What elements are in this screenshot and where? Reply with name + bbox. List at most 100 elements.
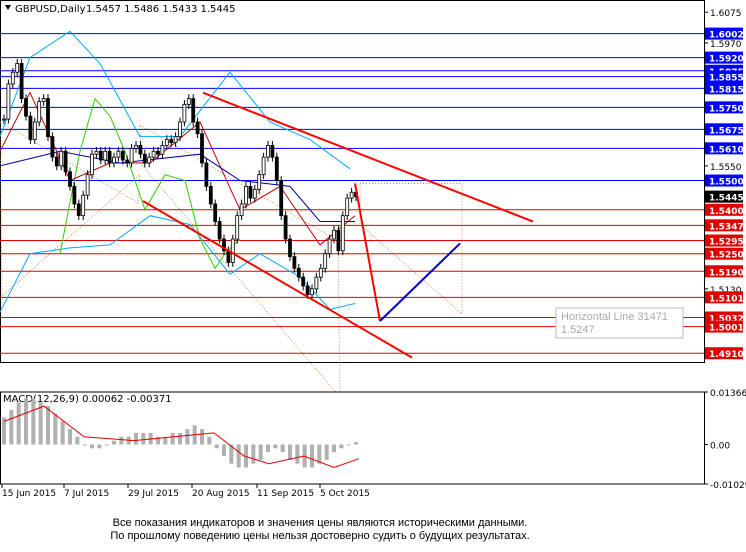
candle-body — [257, 174, 262, 190]
candle-body — [28, 115, 33, 140]
level-tag-label: 1.5295 — [709, 238, 744, 248]
macd-histogram-bar — [185, 429, 190, 445]
macd-histogram-bar — [82, 444, 87, 446]
candle-body — [270, 145, 275, 158]
macd-histogram-bar — [90, 444, 94, 449]
candle-body — [15, 63, 20, 73]
macd-histogram-bar — [346, 444, 351, 446]
candle-body — [244, 185, 248, 205]
macd-histogram-bar — [2, 417, 6, 445]
candle-body — [248, 185, 253, 199]
candle-body — [169, 139, 174, 143]
candle-body — [327, 238, 332, 255]
candle-body — [200, 133, 204, 164]
macd-histogram-bar — [207, 436, 212, 445]
candle-body — [116, 150, 121, 158]
macd-histogram-bar — [141, 432, 146, 445]
macd-histogram-bar — [251, 444, 256, 464]
macd-histogram-bar — [170, 432, 175, 445]
macd-histogram-bar — [31, 398, 36, 445]
time-axis-label: 15 Jun 2015 — [2, 489, 56, 499]
level-tag-label: 1.5750 — [709, 104, 744, 114]
candle-body — [208, 185, 213, 205]
price-axis-label: 1.6075 — [710, 9, 742, 19]
macd-histogram-bar — [214, 444, 219, 449]
level-tag-label: 1.5250 — [709, 251, 744, 261]
candle-body — [156, 150, 160, 155]
level-tag-label: 1.6002 — [709, 31, 744, 41]
candle-body — [2, 118, 6, 121]
level-tag-label: 1.4910 — [709, 350, 744, 360]
level-tag-label: 1.5815 — [709, 85, 744, 95]
macd-histogram-bar — [112, 440, 116, 445]
candle-body — [332, 229, 336, 240]
time-axis-label: 11 Sep 2015 — [257, 489, 314, 499]
candle-body — [314, 276, 319, 290]
candle-body — [19, 63, 24, 99]
candle-body — [336, 229, 341, 252]
candle-body — [323, 253, 328, 269]
candle-body — [164, 139, 169, 146]
time-axis-label: 29 Jul 2015 — [128, 489, 179, 499]
candle-body — [235, 215, 240, 240]
candle-body — [90, 153, 94, 176]
level-tag-label: 1.5400 — [709, 207, 744, 217]
macd-histogram-bar — [38, 402, 43, 445]
macd-histogram-bar — [280, 444, 285, 453]
candle-body — [112, 156, 116, 164]
disclaimer-line-2: По прошлому поведению цены нельзя достов… — [110, 530, 530, 542]
candle-body — [301, 276, 306, 287]
candle-body — [103, 150, 108, 161]
macd-histogram-bar — [258, 444, 263, 460]
time-axis: 15 Jun 2015 7 Jul 2015 29 Jul 2015 20 Aug 2… — [1, 484, 370, 499]
candle-body — [217, 221, 222, 240]
macd-histogram-bar — [266, 444, 270, 453]
macd-axis-label: 0.01366 — [710, 389, 746, 399]
candle-body — [279, 180, 284, 217]
macd-histogram-bar — [53, 413, 58, 445]
candle-body — [59, 150, 64, 167]
candle-body — [94, 150, 99, 155]
candle-body — [81, 194, 86, 217]
candle-body — [173, 136, 178, 143]
candle-body — [204, 162, 209, 187]
candle-body — [32, 121, 37, 140]
macd-histogram-bar — [60, 421, 65, 445]
candle-body — [292, 256, 297, 269]
candle-body — [296, 267, 301, 278]
level-tag-label: 1.5190 — [709, 268, 744, 278]
macd-histogram-bar — [288, 444, 292, 460]
candle-body — [186, 98, 191, 105]
candle-body — [305, 285, 310, 296]
tooltip-value: 1.5247 — [561, 324, 595, 336]
candle-body — [178, 121, 182, 138]
macd-title: MACD(12,26,9) 0.00062 -0.00371 — [3, 394, 172, 405]
main-price-panel: GBPUSD,Daily 1.5457 1.5486 1.5433 1.5445 H… — [0, 0, 744, 399]
candle-body — [274, 156, 279, 181]
macd-histogram-bar — [104, 444, 109, 446]
macd-histogram-bar — [134, 432, 138, 445]
candle-body — [345, 197, 350, 217]
macd-histogram-bar — [178, 432, 182, 445]
level-tag-label: 1.5675 — [709, 126, 744, 136]
candle-body — [340, 215, 345, 252]
candle-body — [283, 215, 288, 240]
candle-body — [230, 238, 235, 263]
macd-histogram-bar — [75, 436, 80, 445]
candle-body — [76, 203, 81, 217]
candle-body — [85, 174, 90, 196]
candle-body — [160, 145, 165, 155]
candle-body — [349, 191, 354, 199]
candle-body — [24, 98, 28, 117]
candle-body — [107, 150, 112, 164]
level-tag-label: 1.5920 — [709, 55, 744, 65]
macd-histogram-bar — [16, 402, 21, 445]
candle-body — [195, 121, 200, 135]
macd-histogram-bar — [324, 444, 329, 460]
candle-body — [147, 156, 152, 164]
price-axis-label: 1.5550 — [710, 163, 742, 173]
candle-body — [134, 145, 138, 149]
time-axis-label: 20 Aug 2015 — [192, 489, 250, 499]
macd-histogram-bar — [339, 444, 344, 449]
macd-histogram-bar — [24, 398, 28, 445]
